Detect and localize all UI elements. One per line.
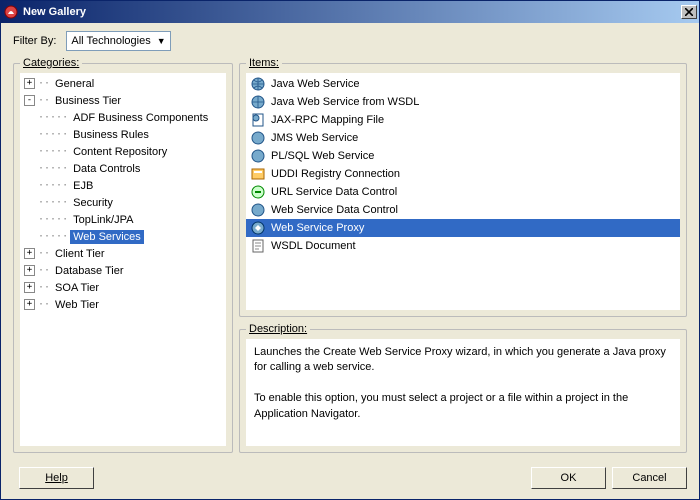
expand-icon[interactable]: +: [24, 299, 35, 310]
expand-icon[interactable]: +: [24, 248, 35, 259]
item-ws-dc[interactable]: Web Service Data Control: [246, 201, 680, 219]
new-gallery-dialog: New Gallery Filter By: All Technologies …: [0, 0, 700, 500]
globe-icon: [250, 94, 266, 110]
chevron-down-icon: ▼: [157, 36, 166, 46]
description-legend: Description:: [246, 323, 310, 335]
item-jms[interactable]: JMS Web Service: [246, 129, 680, 147]
items-panel: Items: Java Web Service Java Web Service…: [239, 57, 687, 317]
item-java-ws[interactable]: Java Web Service: [246, 75, 680, 93]
tree-general[interactable]: +··General: [20, 75, 226, 92]
filter-label: Filter By:: [13, 35, 56, 47]
tree-webservices[interactable]: ·····Web Services: [20, 228, 226, 245]
filter-combo[interactable]: All Technologies ▼: [66, 31, 170, 51]
content-area: Categories: +··General -··Business Tier …: [1, 57, 699, 459]
globe-icon: [250, 130, 266, 146]
link-icon: [250, 184, 266, 200]
app-icon: [3, 4, 19, 20]
item-url-dc[interactable]: URL Service Data Control: [246, 183, 680, 201]
tree-toplink[interactable]: ·····TopLink/JPA: [20, 211, 226, 228]
categories-panel: Categories: +··General -··Business Tier …: [13, 57, 233, 453]
tree-datacontrols[interactable]: ·····Data Controls: [20, 160, 226, 177]
item-jaxrpc[interactable]: JAX-RPC Mapping File: [246, 111, 680, 129]
expand-icon[interactable]: +: [24, 282, 35, 293]
tree-database-tier[interactable]: +··Database Tier: [20, 262, 226, 279]
close-button[interactable]: [681, 5, 697, 19]
item-uddi[interactable]: UDDI Registry Connection: [246, 165, 680, 183]
title-bar: New Gallery: [1, 1, 699, 23]
registry-icon: [250, 166, 266, 182]
proxy-icon: [250, 220, 266, 236]
tree-security[interactable]: ·····Security: [20, 194, 226, 211]
help-button[interactable]: Help: [19, 467, 94, 489]
globe-icon: [250, 202, 266, 218]
collapse-icon[interactable]: -: [24, 95, 35, 106]
description-text: Launches the Create Web Service Proxy wi…: [246, 339, 680, 446]
globe-icon: [250, 148, 266, 164]
button-row: Help OK Cancel: [1, 459, 699, 499]
globe-icon: [250, 76, 266, 92]
expand-icon[interactable]: +: [24, 78, 35, 89]
item-java-ws-wsdl[interactable]: Java Web Service from WSDL: [246, 93, 680, 111]
categories-tree[interactable]: +··General -··Business Tier ·····ADF Bus…: [20, 73, 226, 446]
tree-soa-tier[interactable]: +··SOA Tier: [20, 279, 226, 296]
tree-adf[interactable]: ·····ADF Business Components: [20, 109, 226, 126]
filter-value: All Technologies: [71, 35, 150, 47]
item-ws-proxy[interactable]: Web Service Proxy: [246, 219, 680, 237]
ok-button[interactable]: OK: [531, 467, 606, 489]
cancel-button[interactable]: Cancel: [612, 467, 687, 489]
description-paragraph: To enable this option, you must select a…: [254, 391, 672, 422]
categories-legend: Categories:: [20, 57, 82, 69]
items-list[interactable]: Java Web Service Java Web Service from W…: [246, 73, 680, 310]
document-icon: [250, 112, 266, 128]
tree-business-tier[interactable]: -··Business Tier: [20, 92, 226, 109]
item-wsdl[interactable]: WSDL Document: [246, 237, 680, 255]
description-panel: Description: Launches the Create Web Ser…: [239, 323, 687, 453]
document-icon: [250, 238, 266, 254]
tree-web-tier[interactable]: +··Web Tier: [20, 296, 226, 313]
window-title: New Gallery: [23, 6, 681, 18]
tree-client-tier[interactable]: +··Client Tier: [20, 245, 226, 262]
tree-rules[interactable]: ·····Business Rules: [20, 126, 226, 143]
expand-icon[interactable]: +: [24, 265, 35, 276]
tree-content[interactable]: ·····Content Repository: [20, 143, 226, 160]
items-legend: Items:: [246, 57, 282, 69]
item-plsql[interactable]: PL/SQL Web Service: [246, 147, 680, 165]
description-paragraph: Launches the Create Web Service Proxy wi…: [254, 345, 672, 376]
filter-row: Filter By: All Technologies ▼: [1, 23, 699, 57]
tree-ejb[interactable]: ·····EJB: [20, 177, 226, 194]
